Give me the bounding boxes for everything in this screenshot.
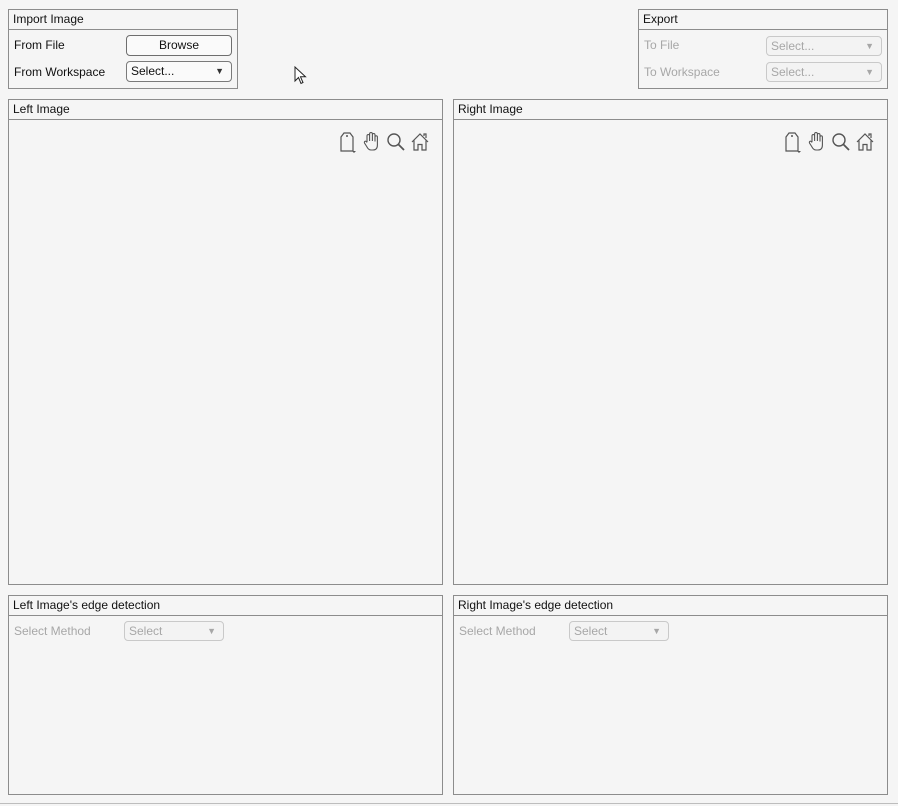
zoom-icon[interactable] [385,131,407,153]
left-edge-detection-title: Left Image's edge detection [9,596,442,616]
right-axes-toolbar [782,131,876,153]
to-file-label: To File [644,38,680,52]
export-panel: Export To File Select... ▼ To Workspace … [638,9,888,89]
right-edge-detection-panel: Right Image's edge detection Select Meth… [453,595,888,795]
zoom-icon[interactable] [830,131,852,153]
left-image-axes[interactable] [9,120,442,584]
left-image-panel: Left Image [8,99,443,585]
import-image-title: Import Image [9,10,237,30]
home-icon[interactable] [854,131,876,153]
workspace-dropdown[interactable]: Select... ▼ [126,61,232,82]
chevron-down-icon: ▼ [215,66,224,76]
left-axes-toolbar [337,131,431,153]
chevron-down-icon: ▼ [865,41,874,51]
to-workspace-dropdown[interactable]: Select... ▼ [766,62,882,82]
to-workspace-label: To Workspace [644,65,720,79]
to-workspace-dropdown-value: Select... [771,65,815,79]
to-file-dropdown[interactable]: Select... ▼ [766,36,882,56]
chevron-down-icon: ▼ [652,626,661,636]
from-file-label: From File [14,38,65,52]
import-image-panel: Import Image From File Browse From Works… [8,9,238,89]
pan-hand-icon[interactable] [361,131,383,153]
right-image-title: Right Image [454,100,887,120]
workspace-dropdown-value: Select... [131,64,175,78]
mouse-cursor-icon [294,65,308,89]
left-image-title: Left Image [9,100,442,120]
data-tip-icon[interactable] [337,131,359,153]
chevron-down-icon: ▼ [865,67,874,77]
right-edge-detection-title: Right Image's edge detection [454,596,887,616]
window-bottom-divider [0,803,898,804]
pan-hand-icon[interactable] [806,131,828,153]
left-select-method-label: Select Method [14,624,91,638]
to-file-dropdown-value: Select... [771,39,815,53]
right-select-method-label: Select Method [459,624,536,638]
right-image-axes[interactable] [454,120,887,584]
data-tip-icon[interactable] [782,131,804,153]
browse-button[interactable]: Browse [126,35,232,56]
right-method-dropdown[interactable]: Select ▼ [569,621,669,641]
right-method-dropdown-value: Select [574,624,608,638]
left-edge-detection-panel: Left Image's edge detection Select Metho… [8,595,443,795]
right-image-panel: Right Image [453,99,888,585]
left-method-dropdown-value: Select [129,624,163,638]
chevron-down-icon: ▼ [207,626,216,636]
home-icon[interactable] [409,131,431,153]
left-method-dropdown[interactable]: Select ▼ [124,621,224,641]
from-workspace-label: From Workspace [14,65,106,79]
export-title: Export [639,10,887,30]
